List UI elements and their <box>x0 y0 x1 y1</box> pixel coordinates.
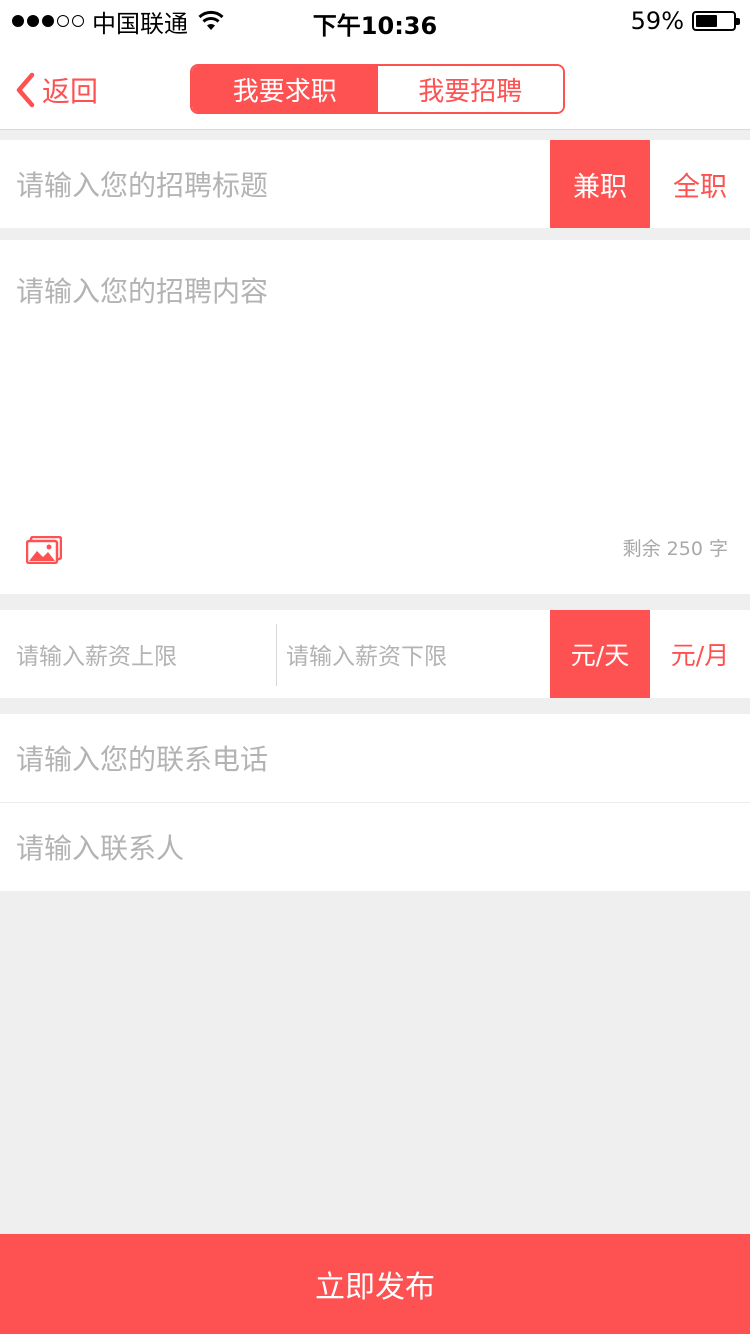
unit-per-month-button[interactable]: 元/月 <box>650 610 750 698</box>
mode-segmented-control: 我要求职 我要招聘 <box>190 64 565 114</box>
salary-max-input[interactable]: 请输入薪资上限 <box>16 610 271 698</box>
unit-per-day-button[interactable]: 元/天 <box>550 610 650 698</box>
salary-min-input[interactable]: 请输入薪资下限 <box>286 610 541 698</box>
contact-section: 请输入您的联系电话 请输入联系人 <box>0 714 750 891</box>
content-section: 请输入您的招聘内容 剩余 250 字 <box>0 240 750 594</box>
segment-recruiting[interactable]: 我要招聘 <box>377 66 563 112</box>
back-label: 返回 <box>42 75 99 108</box>
title-row: 请输入您的招聘标题 兼职 全职 <box>0 140 750 228</box>
image-gallery-icon[interactable] <box>26 536 62 564</box>
back-button[interactable]: 返回 <box>14 70 98 110</box>
status-bar: 中国联通 下午10:36 59% <box>0 0 750 40</box>
recruit-title-input[interactable]: 请输入您的招聘标题 <box>16 140 536 228</box>
battery-cap <box>736 18 740 25</box>
chevron-left-icon <box>16 72 35 108</box>
publish-button[interactable]: 立即发布 <box>0 1234 750 1334</box>
full-time-button[interactable]: 全职 <box>650 140 750 228</box>
battery-percent: 59% <box>630 7 684 35</box>
battery-fill <box>696 15 718 27</box>
part-time-button[interactable]: 兼职 <box>550 140 650 228</box>
contact-phone-input[interactable]: 请输入您的联系电话 <box>0 714 750 802</box>
contact-person-input[interactable]: 请输入联系人 <box>0 803 750 891</box>
recruit-content-textarea[interactable]: 请输入您的招聘内容 <box>16 270 268 310</box>
battery-icon <box>692 11 740 31</box>
salary-divider <box>276 624 277 686</box>
segment-job-seeking[interactable]: 我要求职 <box>192 66 378 112</box>
remaining-chars-counter: 剩余 250 字 <box>622 538 728 560</box>
nav-bar: 返回 我要求职 我要招聘 <box>0 40 750 130</box>
salary-row: 请输入薪资上限 请输入薪资下限 元/天 元/月 <box>0 610 750 698</box>
status-right: 59% <box>630 6 740 36</box>
